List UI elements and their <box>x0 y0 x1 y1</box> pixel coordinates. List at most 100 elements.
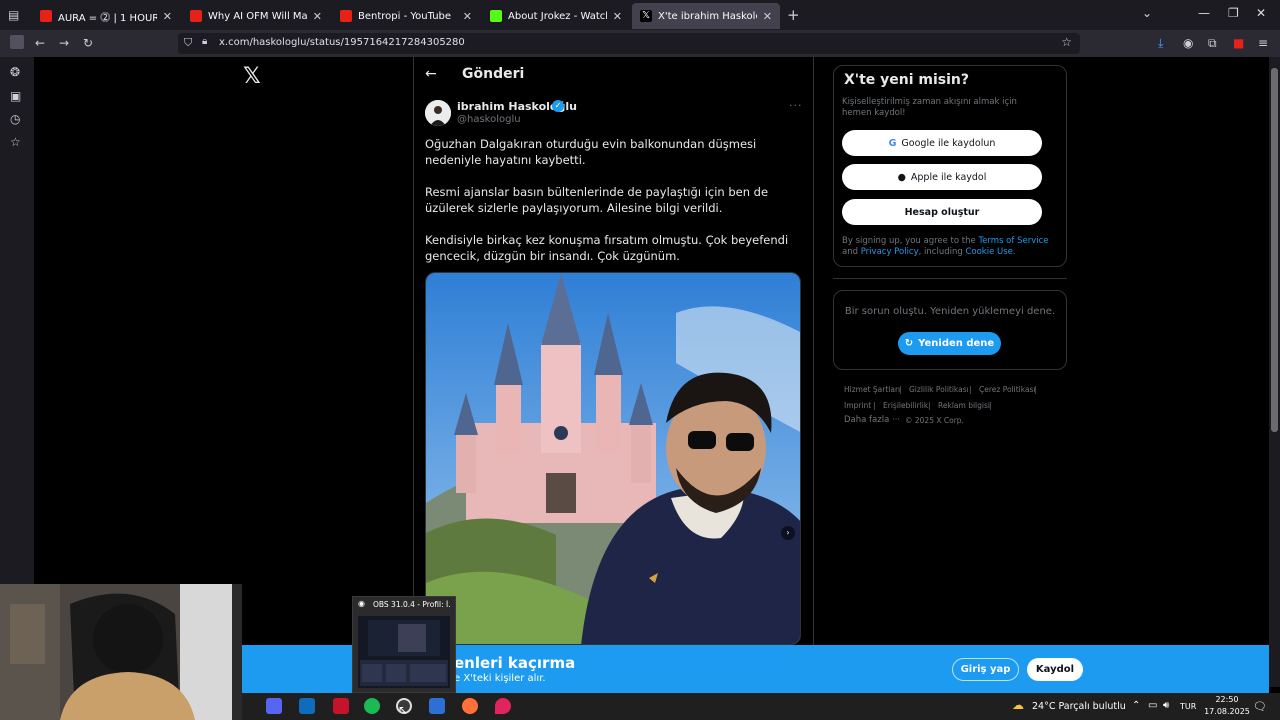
url-bar[interactable]: ⛉ 🔒︎ x.com/haskologlu/status/19571642172… <box>178 33 1080 54</box>
terms-link[interactable]: Terms of Service <box>978 236 1048 246</box>
post-text-paragraph-1: Oğuzhan Dalgakıran oturduğu evin balkonu… <box>425 137 757 167</box>
next-image-icon[interactable]: › <box>781 526 795 540</box>
close-window-icon[interactable]: ✕ <box>1256 6 1266 20</box>
footer-link[interactable]: Erişilebilirlik <box>883 401 928 410</box>
close-tab-icon[interactable]: ✕ <box>763 10 772 23</box>
menu-icon[interactable]: ≡ <box>1258 36 1268 50</box>
kick-icon <box>490 10 502 22</box>
weather-icon: ☁ <box>1012 698 1024 712</box>
verified-badge-icon: ✓ <box>552 100 564 112</box>
x-logo-icon[interactable]: 𝕏 <box>243 64 261 89</box>
bookmark-star-icon[interactable]: ☆ <box>1061 35 1072 49</box>
mouse-cursor-icon: ↖ <box>398 703 409 717</box>
post-image[interactable] <box>425 272 801 645</box>
footer-separator: | <box>899 385 902 394</box>
account-icon[interactable]: ◉ <box>1183 36 1193 50</box>
youtube-icon <box>40 10 52 22</box>
weather-text[interactable]: 24°C Parçalı bulutlu <box>1032 701 1126 712</box>
footer-separator: | <box>873 401 876 410</box>
tab-strip: ▤ AURA = ⓶ | 1 HOUR AURA MU ✕ Why AI OFM… <box>0 0 1280 30</box>
clock-date[interactable]: 17.08.2025 <box>1203 707 1251 716</box>
legal-text: By signing up, you agree to the Terms of… <box>842 236 1049 257</box>
retry-button[interactable]: ↻ Yeniden dene <box>898 332 1001 355</box>
bookmarks-icon[interactable]: ☆ <box>10 135 21 149</box>
tab-overview-icon[interactable]: ▤ <box>8 8 19 22</box>
synced-tabs-icon[interactable]: ▣ <box>10 89 21 103</box>
restore-icon[interactable]: ❐ <box>1228 6 1239 20</box>
download-icon[interactable]: ⤓ <box>1158 36 1163 51</box>
back-arrow-icon[interactable]: ← <box>425 66 437 82</box>
list-tabs-icon[interactable]: ⌄ <box>1142 6 1152 20</box>
footer-link[interactable]: Hizmet Şartları <box>844 385 900 394</box>
footer-link[interactable]: Reklam bilgisi <box>938 401 990 410</box>
google-signup-button[interactable]: G Google ile kaydolun <box>842 130 1042 156</box>
notification-icon[interactable]: 🗨︎ <box>1253 700 1267 713</box>
footer-separator: | <box>989 401 992 410</box>
post-text-paragraph-2: Resmi ajanslar basın bültenlerinde de pa… <box>425 185 769 215</box>
discord-icon[interactable] <box>266 698 282 714</box>
x-logo-icon: 𝕏 <box>640 10 652 22</box>
plus-icon[interactable]: + <box>787 6 800 24</box>
apple-signup-button[interactable]: ● Apple ile kaydol <box>842 164 1042 190</box>
tab-3[interactable]: About Jrokez - Watch Live on K ✕ <box>482 3 630 29</box>
url-text[interactable]: x.com/haskologlu/status/1957164217284305… <box>219 37 465 48</box>
apple-icon: ● <box>897 171 906 183</box>
forward-icon[interactable]: → <box>59 36 69 50</box>
volume-icon[interactable]: 🔊︎ <box>1163 700 1169 711</box>
spotify-icon[interactable] <box>364 698 380 714</box>
error-message: Bir sorun oluştu. Yeniden yüklemeyi dene… <box>844 306 1056 317</box>
app-icon-red[interactable] <box>333 698 349 714</box>
divider <box>833 278 1067 279</box>
cookie-link[interactable]: Cookie Use <box>965 247 1012 257</box>
footer-link[interactable]: Gizlilik Politikası <box>909 385 969 394</box>
file-explorer-icon[interactable] <box>429 698 445 714</box>
webcam-overlay <box>0 584 242 720</box>
firefox-icon[interactable] <box>462 698 478 714</box>
tab-2[interactable]: Bentropi - YouTube ✕ <box>332 3 480 29</box>
extensions-icon[interactable]: ⧉ <box>1208 36 1217 51</box>
tab-0[interactable]: AURA = ⓶ | 1 HOUR AURA MU ✕ <box>32 3 180 29</box>
outlook-icon[interactable] <box>299 698 315 714</box>
refresh-icon: ↻ <box>904 338 914 349</box>
reload-icon[interactable]: ↻ <box>83 36 93 50</box>
banner-title: enleri kaçırma <box>454 654 576 672</box>
footer-more-link[interactable]: Daha fazla ··· <box>844 415 900 425</box>
footer-separator: | <box>969 385 972 394</box>
obs-preview-thumbnail[interactable] <box>358 616 450 688</box>
history-icon[interactable]: ◷ <box>10 112 20 126</box>
banner-subtitle: e X'teki kişiler alır. <box>454 673 546 684</box>
tab-4[interactable]: 𝕏 X'te ibrahim Haskoloğlu: "Oğuz ✕ <box>632 3 780 29</box>
more-options-icon[interactable]: ··· <box>789 99 803 112</box>
language-indicator[interactable]: TUR <box>1180 702 1196 711</box>
page-title: Gönderi <box>462 66 525 82</box>
maps-pin-icon[interactable] <box>495 698 511 714</box>
footer-link[interactable]: Çerez Politikası <box>979 385 1036 394</box>
back-icon[interactable]: ← <box>35 36 45 50</box>
sidebar-toggle-icon[interactable] <box>10 35 24 49</box>
register-button[interactable]: Kaydol <box>1027 658 1083 681</box>
close-tab-icon[interactable]: ✕ <box>163 10 172 23</box>
clock-time[interactable]: 22:50 <box>1203 695 1251 704</box>
close-tab-icon[interactable]: ✕ <box>613 10 622 23</box>
scrollbar-thumb[interactable] <box>1271 68 1278 432</box>
create-account-button[interactable]: Hesap oluştur <box>842 199 1042 225</box>
castle-photo <box>426 273 800 644</box>
avatar[interactable] <box>425 100 451 126</box>
footer-link[interactable]: Imprint <box>844 401 871 410</box>
privacy-link[interactable]: Privacy Policy <box>861 247 919 257</box>
login-button[interactable]: Giriş yap <box>952 658 1019 681</box>
tray-chevron-icon[interactable]: ⌃ <box>1132 700 1140 711</box>
network-icon[interactable]: ▭ <box>1148 700 1157 711</box>
obs-small-icon: ◉ <box>358 599 365 608</box>
lock-icon[interactable]: 🔒︎ <box>202 36 207 47</box>
extension-badge-icon[interactable]: ■ <box>1233 36 1244 50</box>
signup-title: X'te yeni misin? <box>844 72 970 88</box>
minimize-icon[interactable]: — <box>1198 6 1210 20</box>
tracking-shield-icon[interactable]: ⛉ <box>184 36 192 50</box>
tab-1[interactable]: Why AI OFM Will Make EVERYO ✕ <box>182 3 330 29</box>
post-text-paragraph-3: Kendisiyle birkaç kez konuşma fırsatım o… <box>425 233 789 263</box>
close-tab-icon[interactable]: ✕ <box>463 10 472 23</box>
author-handle[interactable]: @haskologlu <box>457 114 521 125</box>
close-tab-icon[interactable]: ✕ <box>313 10 322 23</box>
ai-chat-icon[interactable]: ❂ <box>10 65 20 79</box>
